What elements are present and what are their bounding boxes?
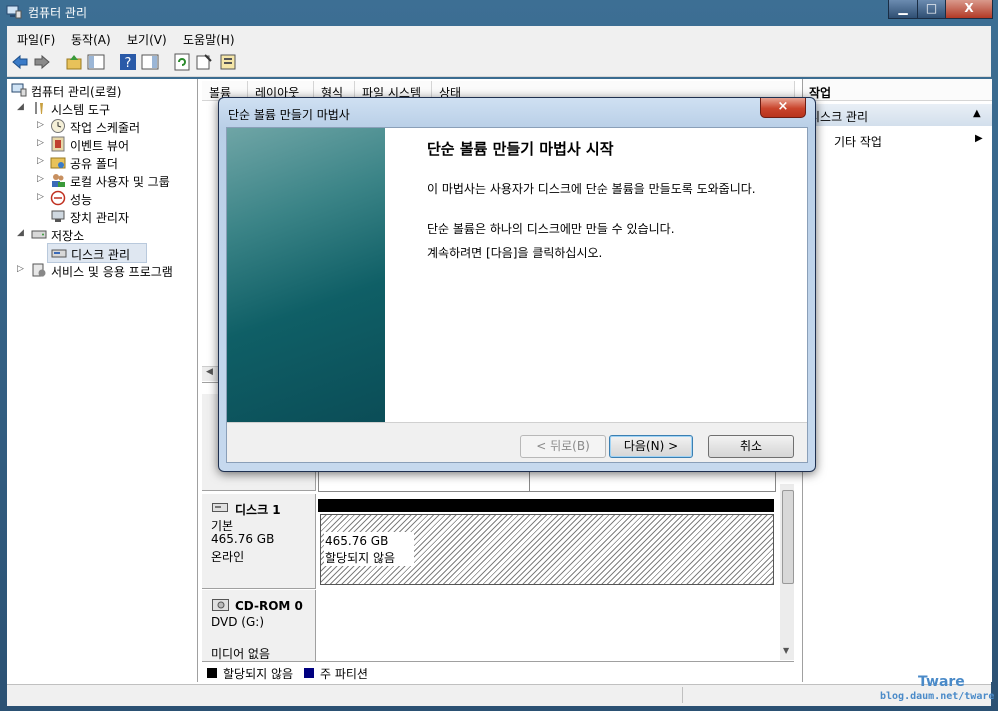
actions-header: 작업 — [803, 79, 992, 101]
show-hide-action-pane-icon[interactable] — [141, 53, 159, 71]
status-bar — [7, 684, 991, 706]
device-manager-icon — [50, 208, 66, 224]
partition-size: 465.76 GB — [325, 534, 389, 548]
disk-1-unallocated-bar — [318, 499, 774, 512]
menu-view[interactable]: 보기(V) — [127, 31, 167, 48]
help-icon[interactable]: ? — [119, 53, 137, 71]
submenu-arrow-icon: ▶ — [975, 133, 983, 144]
tree-item-storage[interactable]: ◢ 저장소 — [7, 225, 197, 243]
minimize-button[interactable]: ▁ — [888, 0, 918, 19]
collapsed-arrow-icon[interactable]: ▷ — [37, 138, 44, 148]
cdrom-drive: DVD (G:) — [211, 615, 264, 629]
disk-1-unallocated-partition[interactable]: 465.76 GB 할당되지 않음 — [320, 514, 774, 585]
collapsed-arrow-icon[interactable]: ▷ — [37, 120, 44, 130]
cdrom-media: 미디어 없음 — [211, 647, 271, 661]
tree-item-event-viewer[interactable]: ▷ 이벤트 뷰어 — [7, 135, 197, 153]
refresh-icon[interactable] — [173, 53, 191, 71]
back-arrow-icon[interactable] — [11, 53, 29, 71]
collapsed-arrow-icon[interactable]: ▷ — [37, 156, 44, 166]
legend-unallocated-label: 할당되지 않음 — [223, 667, 294, 681]
vertical-scrollbar[interactable]: ▼ — [780, 484, 794, 660]
cdrom-name: CD-ROM 0 — [235, 599, 303, 613]
disk-management-icon — [51, 245, 67, 261]
services-icon — [31, 262, 47, 278]
actions-more[interactable]: 기타 작업 ▶ — [803, 130, 992, 150]
toolbar: ? — [7, 48, 991, 77]
tree-item-system-tools[interactable]: ◢ 시스템 도구 — [7, 99, 197, 117]
legend-primary-swatch — [304, 667, 314, 678]
wizard-heading: 단순 볼륨 만들기 마법사 시작 — [427, 140, 614, 158]
menu-help[interactable]: 도움말(H) — [183, 31, 235, 48]
navigation-tree: 컴퓨터 관리(로컬) ◢ 시스템 도구 ▷ 작업 스케줄러 ▷ 이벤트 뷰어 ▷… — [7, 79, 198, 682]
tree-item-performance[interactable]: ▷ 성능 — [7, 189, 197, 207]
title-bar[interactable]: 컴퓨터 관리 ▁ □ X — [0, 0, 998, 24]
next-button[interactable]: 다음(N) > — [609, 435, 693, 458]
close-button[interactable]: X — [945, 0, 993, 19]
expanded-arrow-icon[interactable]: ◢ — [17, 228, 24, 238]
tree-item-services-apps[interactable]: ▷ 서비스 및 응용 프로그램 — [7, 261, 197, 279]
wizard-client: 단순 볼륨 만들기 마법사 시작 이 마법사는 사용자가 디스크에 단순 볼륨을… — [226, 127, 808, 463]
collapsed-arrow-icon[interactable]: ▷ — [17, 264, 24, 274]
computer-management-icon — [6, 5, 22, 19]
maximize-button[interactable]: □ — [917, 0, 946, 19]
scroll-down-icon[interactable]: ▼ — [783, 646, 789, 655]
cdrom-label[interactable]: CD-ROM 0 DVD (G:) 미디어 없음 — [202, 590, 316, 662]
tree-item-device-manager[interactable]: 장치 관리자 — [7, 207, 197, 225]
actions-section-disk-management[interactable]: 디스크 관리 ▲ — [803, 104, 992, 126]
wizard-dialog: 단순 볼륨 만들기 마법사 × 단순 볼륨 만들기 마법사 시작 이 마법사는 … — [218, 97, 816, 472]
legend-unallocated-swatch — [207, 667, 217, 678]
wizard-close-button[interactable]: × — [760, 98, 806, 118]
wizard-paragraph-2: 단순 볼륨은 하나의 디스크에만 만들 수 있습니다. — [427, 222, 675, 236]
back-button[interactable]: < 뒤로(B) — [520, 435, 606, 458]
disk-drive-icon — [212, 501, 228, 516]
scrollbar-thumb[interactable] — [782, 490, 794, 584]
disk-1-name: 디스크 1 — [235, 503, 281, 517]
disk-1-size: 465.76 GB — [211, 532, 275, 546]
cancel-button[interactable]: 취소 — [708, 435, 794, 458]
legend-primary-label: 주 파티션 — [320, 667, 368, 681]
disk-1-label[interactable]: 디스크 1 기본 465.76 GB 온라인 — [202, 494, 316, 589]
expanded-arrow-icon[interactable]: ◢ — [17, 102, 24, 112]
scroll-left-icon[interactable]: ◀ — [206, 367, 213, 377]
wizard-paragraph-1: 이 마법사는 사용자가 디스크에 단순 볼륨을 만들도록 도와줍니다. — [427, 182, 756, 196]
window-title: 컴퓨터 관리 — [28, 6, 88, 20]
users-icon — [50, 172, 66, 188]
partition-status: 할당되지 않음 — [325, 551, 396, 565]
cdrom-icon — [212, 598, 230, 615]
tree-item-root[interactable]: 컴퓨터 관리(로컬) — [7, 81, 197, 99]
up-folder-icon[interactable] — [65, 53, 83, 71]
menu-bar: 파일(F) 동작(A) 보기(V) 도움말(H) — [7, 26, 991, 48]
watermark-name: Tware — [918, 674, 965, 690]
tree-item-task-scheduler[interactable]: ▷ 작업 스케줄러 — [7, 117, 197, 135]
disk-list-icon[interactable] — [219, 53, 237, 71]
storage-icon — [31, 226, 47, 242]
tools-icon — [31, 100, 47, 116]
show-hide-tree-icon[interactable] — [87, 53, 105, 71]
menu-file[interactable]: 파일(F) — [17, 31, 55, 48]
wizard-content: 단순 볼륨 만들기 마법사 시작 이 마법사는 사용자가 디스크에 단순 볼륨을… — [385, 128, 807, 422]
forward-arrow-icon[interactable] — [33, 53, 51, 71]
wizard-title: 단순 볼륨 만들기 마법사 — [228, 108, 350, 122]
wizard-paragraph-3: 계속하려면 [다음]을 클릭하십시오. — [427, 246, 603, 260]
collapsed-arrow-icon[interactable]: ▷ — [37, 192, 44, 202]
computer-management-icon — [11, 82, 27, 98]
disk-1-status: 온라인 — [211, 550, 245, 564]
wizard-side-banner — [227, 128, 385, 422]
svg-text:?: ? — [125, 56, 132, 71]
legend-bar: 할당되지 않음 주 파티션 — [202, 661, 794, 682]
clock-icon — [50, 118, 66, 134]
event-viewer-icon — [50, 136, 66, 152]
tree-item-disk-management[interactable]: 디스크 관리 — [47, 243, 147, 263]
shared-folder-icon — [50, 154, 66, 170]
properties-icon[interactable] — [195, 53, 213, 71]
performance-icon — [50, 190, 66, 206]
collapsed-arrow-icon[interactable]: ▷ — [37, 174, 44, 184]
collapse-up-icon[interactable]: ▲ — [973, 108, 981, 119]
tree-item-local-users[interactable]: ▷ 로컬 사용자 및 그룹 — [7, 171, 197, 189]
watermark-url: blog.daum.net/tware — [880, 691, 995, 702]
tree-item-shared-folders[interactable]: ▷ 공유 폴더 — [7, 153, 197, 171]
menu-action[interactable]: 동작(A) — [71, 31, 111, 48]
actions-pane: 작업 디스크 관리 ▲ 기타 작업 ▶ — [802, 79, 992, 682]
